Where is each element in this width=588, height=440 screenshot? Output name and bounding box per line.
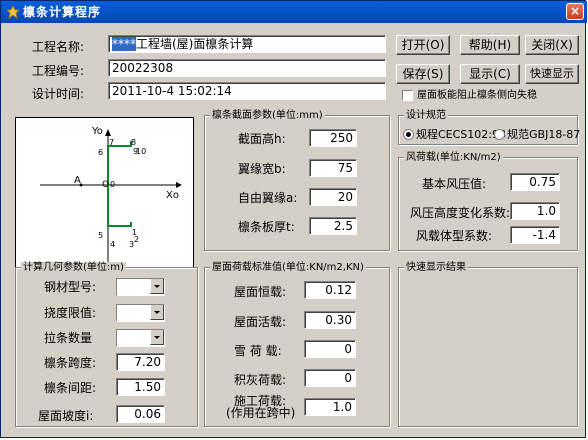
purlin-spacing-label: 檩条间距:	[44, 381, 97, 395]
point-8-label: 8	[131, 138, 136, 147]
section-flange-label: 翼缘宽b:	[238, 162, 286, 176]
snow-load-input[interactable]: 0	[304, 340, 356, 358]
y-axis-arrow	[105, 129, 111, 136]
project-name-input[interactable]: ****工程墙(屋)面檩条计算	[108, 35, 386, 53]
project-no-label: 工程编号:	[32, 64, 85, 78]
ash-load-label: 积灰荷载:	[234, 373, 287, 387]
section-height-label: 截面高h:	[238, 132, 286, 146]
roof-restrain-label: 屋面板能阻止檩条侧向失稳	[417, 90, 537, 101]
roof-restrain-checkbox[interactable]	[402, 90, 413, 101]
quick-display-button[interactable]: 快速显示	[525, 64, 579, 84]
section-lip-label: 自由翼缘a:	[238, 191, 298, 205]
section-height-input[interactable]: 250	[309, 129, 357, 147]
help-button[interactable]: 帮助(H)	[460, 35, 520, 55]
window-close-button[interactable]: ×	[566, 3, 584, 20]
section-flange-input[interactable]: 75	[309, 159, 357, 177]
snow-load-label: 雪 荷 载:	[234, 344, 282, 358]
x-axis-label: Xo	[166, 190, 179, 201]
dead-load-input[interactable]: 0.12	[304, 281, 356, 299]
quick-result-group	[398, 267, 578, 427]
point-2-label: 2	[134, 235, 139, 244]
wind-load-title: 风荷载(单位:KN/m2)	[404, 152, 503, 164]
wind-basic-input[interactable]: 0.75	[510, 173, 560, 191]
section-params-title: 檩条截面参数(单位:mm)	[210, 110, 325, 122]
wind-height-coef-input[interactable]: 1.0	[510, 202, 560, 220]
roof-loads-title: 屋面荷载标准值(单位:KN/m2,KN)	[210, 262, 366, 274]
dead-load-label: 屋面恒载:	[234, 285, 287, 299]
ash-load-input[interactable]: 0	[304, 369, 356, 387]
point-10-label: 10	[136, 147, 146, 156]
purlin-span-input[interactable]: 7.20	[116, 353, 165, 371]
project-name-text: 工程墙(屋)面檩条计算	[136, 37, 254, 51]
deflection-limit-select[interactable]	[116, 304, 165, 322]
section-lip-input[interactable]: 20	[309, 188, 357, 206]
design-time-input[interactable]: 2011-10-4 15:02:14	[108, 82, 386, 100]
construction-load-note: (作用在跨中)	[226, 406, 296, 420]
open-button[interactable]: 打开(O)	[396, 35, 450, 55]
purlin-spacing-input[interactable]: 1.50	[116, 378, 165, 396]
window-title: 檩条计算程序	[23, 5, 102, 19]
section-thickness-label: 檩条板厚t:	[238, 220, 295, 234]
app-icon	[6, 5, 20, 19]
save-button[interactable]: 保存(S)	[396, 64, 450, 84]
main-window: 檩条计算程序 × 工程名称: ****工程墙(屋)面檩条计算 工程编号: 200…	[0, 0, 587, 438]
wind-basic-label: 基本风压值:	[422, 177, 487, 191]
geometry-params-group	[15, 267, 198, 427]
geometry-params-title: 计算几何参数(单位:m)	[21, 262, 126, 274]
quick-result-title: 快速显示结果	[404, 262, 468, 274]
live-load-label: 屋面活载:	[234, 315, 287, 329]
wind-height-coef-label: 风压高度变化系数:	[410, 206, 511, 220]
construction-load-input[interactable]: 1.0	[304, 398, 356, 416]
y-axis-label: Yo	[91, 126, 103, 137]
code-cecs-label: 规程CECS102:98	[416, 128, 506, 141]
chevron-down-icon[interactable]	[150, 305, 164, 320]
x-axis-arrow	[176, 182, 182, 188]
point-4-label: 4	[110, 240, 115, 249]
wind-shape-coef-input[interactable]: -1.4	[510, 226, 560, 244]
project-name-selection: ****	[112, 37, 136, 51]
roof-slope-input[interactable]: 0.06	[116, 405, 165, 423]
section-thickness-input[interactable]: 2.5	[309, 217, 357, 235]
design-time-label: 设计时间:	[32, 87, 85, 101]
code-gbj-label: 规范GBJ18-87	[507, 128, 581, 141]
display-button[interactable]: 显示(C)	[460, 64, 520, 84]
steel-type-label: 钢材型号:	[44, 280, 97, 294]
client-area: 工程名称: ****工程墙(屋)面檩条计算 工程编号: 20022308 设计时…	[4, 23, 582, 436]
tie-count-label: 拉条数量	[44, 331, 93, 345]
point-6-label: 6	[98, 148, 103, 157]
code-gbj-radio[interactable]	[494, 129, 505, 140]
live-load-input[interactable]: 0.30	[304, 311, 356, 329]
section-drawing: Yo Xo A O 0 1 2 3 4 5 6 7 8 9 10	[40, 126, 182, 263]
project-no-input[interactable]: 20022308	[108, 59, 386, 77]
point-7-label: 7	[109, 138, 114, 147]
wind-shape-coef-label: 风载体型系数:	[416, 229, 493, 243]
roof-slope-label: 屋面坡度i:	[38, 409, 94, 423]
steel-type-select[interactable]	[116, 278, 165, 296]
code-cecs-radio[interactable]	[403, 129, 414, 140]
origin-label: O	[102, 180, 109, 190]
origin-index-label: 0	[110, 180, 115, 189]
purlin-span-label: 檩条跨度:	[44, 356, 97, 370]
roof-loads-group	[204, 267, 390, 427]
title-bar[interactable]: 檩条计算程序 ×	[1, 1, 587, 23]
point-3-label: 3	[129, 240, 134, 249]
section-diagram: Yo Xo A O 0 1 2 3 4 5 6 7 8 9 10	[15, 117, 194, 269]
close-button[interactable]: 关闭(X)	[525, 35, 579, 55]
deflection-limit-label: 挠度限值:	[44, 306, 97, 320]
tie-count-select[interactable]	[116, 329, 165, 347]
design-code-title: 设计规范	[404, 110, 448, 122]
chevron-down-icon[interactable]	[150, 279, 164, 294]
point-5-label: 5	[98, 231, 103, 240]
project-name-label: 工程名称:	[32, 40, 85, 54]
chevron-down-icon[interactable]	[150, 330, 164, 345]
point-a-marker	[79, 183, 83, 187]
section-params-group	[204, 115, 390, 251]
